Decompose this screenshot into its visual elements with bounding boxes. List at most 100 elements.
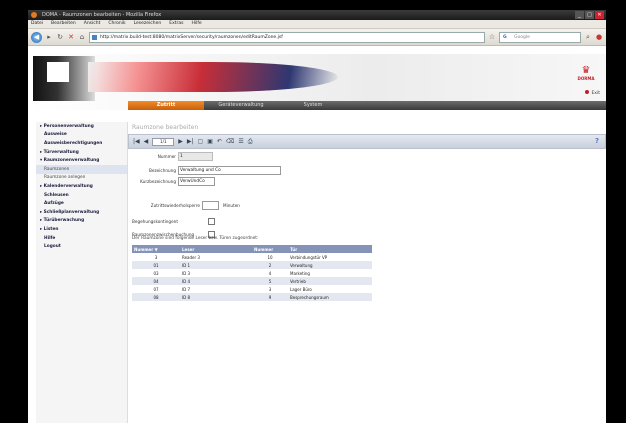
close-button[interactable]: ✕ — [595, 11, 604, 19]
search-input[interactable]: G Google — [499, 31, 581, 43]
search-icon[interactable]: ⌕ — [584, 33, 592, 42]
cell-nummer: 04 — [132, 277, 180, 286]
cell-tuer: Vertrieb — [288, 277, 372, 286]
table-note: Der Raumzone sind folgende Leser bzw. Tü… — [132, 236, 259, 241]
begehungskontingent-row: Begehungskontingent — [128, 217, 215, 225]
browser-window: DOMA - Raumzonen bearbeiten - Mozilla Fi… — [28, 10, 606, 423]
sidebar-item-tuerverwaltung[interactable]: ▸ Türverwaltung — [36, 148, 127, 157]
pager-input[interactable]: 1/1 — [152, 137, 175, 146]
kurzbezeichnung-label: Kurzbezeichnung — [140, 178, 176, 184]
firefox-icon — [31, 12, 37, 18]
sidebar-item-hilfe[interactable]: Hilfe — [36, 234, 127, 243]
table-row[interactable]: 03 ID 3 4 Marketing — [132, 269, 372, 278]
cell-tuer: Marketing — [288, 269, 372, 278]
minimize-button[interactable]: _ — [575, 11, 584, 19]
sidebar-item-ausweisberechtigungen[interactable]: Ausweisberechtigungen — [36, 139, 127, 148]
crown-icon: ♛ — [581, 65, 591, 76]
addon-icon[interactable]: ● — [595, 33, 603, 41]
address-bar[interactable]: http://matrix.build-test:8080/matrixServ… — [89, 31, 485, 43]
back-button[interactable]: ◀ — [31, 31, 42, 43]
sidebar-item-raumzonenverwaltung[interactable]: ▾ Raumzonenverwaltung — [36, 156, 127, 165]
begehungskontingent-checkbox[interactable] — [208, 217, 215, 225]
cell-tuer: Verwaltung — [288, 261, 372, 270]
zutrittswiederholsperre-label: Zutrittswiederholsperre — [150, 202, 200, 208]
leser-table: Nummer ▼ Leser Nummer Tür 3 Reader 3 10 … — [132, 245, 372, 302]
col-tuer-header[interactable]: Tür — [288, 245, 372, 254]
first-record-icon[interactable]: |◀ — [133, 138, 140, 145]
tab-system[interactable]: System — [278, 101, 348, 110]
menu-chronik[interactable]: Chronik — [108, 20, 125, 28]
table-row[interactable]: 3 Reader 3 10 Verbindungstür VP — [132, 253, 372, 262]
nummer-label: Nummer — [157, 153, 176, 159]
sidebar-item-personenverwaltung[interactable]: ▸ Personenverwaltung — [36, 122, 127, 131]
favicon-icon — [92, 34, 97, 40]
sidebar-item-kalenderverwaltung[interactable]: ▸ Kalenderverwaltung — [36, 182, 127, 191]
list-icon[interactable]: ☰ — [238, 138, 243, 145]
sidebar-item-schleusen[interactable]: Schleusen — [36, 191, 127, 200]
window-title: DOMA - Raumzonen bearbeiten - Mozilla Fi… — [42, 12, 162, 18]
search-placeholder: Google — [514, 34, 530, 40]
cell-tuernummer: 4 — [252, 269, 288, 278]
menu-bearbeiten[interactable]: Bearbeiten — [51, 20, 76, 28]
print-icon[interactable]: ⎙ — [248, 138, 253, 146]
table-row[interactable]: 01 ID 1 2 Verwaltung — [132, 261, 372, 270]
last-record-icon[interactable]: ▶| — [187, 138, 194, 145]
cell-nummer: 01 — [132, 261, 180, 270]
cell-tuernummer: 2 — [252, 261, 288, 270]
sidebar-item-logout[interactable]: Logout — [36, 242, 127, 251]
menu-extras[interactable]: Extras — [169, 20, 183, 28]
menu-ansicht[interactable]: Ansicht — [84, 20, 101, 28]
cell-tuernummer: 5 — [252, 277, 288, 286]
sidebar-item-ausweise[interactable]: Ausweise — [36, 131, 127, 140]
window-controls: _ □ ✕ — [575, 11, 604, 19]
new-icon[interactable]: ▢ — [198, 138, 204, 145]
delete-icon[interactable]: ⌫ — [226, 138, 234, 145]
sidebar: ▸ Personenverwaltung Ausweise Ausweisber… — [36, 122, 128, 423]
maximize-button[interactable]: □ — [585, 11, 594, 19]
begehungskontingent-label: Begehungskontingent — [132, 218, 178, 224]
bezeichnung-row: Bezeichnung Verwaltung und Co — [128, 165, 281, 175]
table-row[interactable]: 07 ID 7 3 Lager Büro — [132, 285, 372, 294]
save-icon[interactable]: ▣ — [207, 138, 213, 145]
reload-icon[interactable]: ↻ — [56, 33, 64, 41]
kurzbezeichnung-row: Kurzbezeichnung VerwUndCo — [128, 176, 215, 186]
zutrittswiederholsperre-row: Zutrittswiederholsperre Minuten — [128, 200, 240, 210]
col-leser-header[interactable]: Leser — [180, 245, 252, 254]
brand-logo: ♛ DORMA — [574, 65, 598, 82]
bezeichnung-field[interactable]: Verwaltung und Co — [178, 165, 281, 175]
col-nummer-header[interactable]: Nummer ▼ — [132, 245, 180, 254]
tab-geraeteverwaltung[interactable]: Geräteverwaltung — [206, 101, 276, 110]
sidebar-item-raumzonen[interactable]: Raumzonen — [36, 164, 127, 174]
cell-nummer: 08 — [132, 293, 180, 302]
kurzbezeichnung-field[interactable]: VerwUndCo — [178, 176, 215, 186]
sidebar-item-raumzone-anlegen[interactable]: Raumzone anlegen — [36, 174, 127, 183]
sidebar-item-aufzuege[interactable]: Aufzüge — [36, 199, 127, 208]
menu-hilfe[interactable]: Hilfe — [191, 20, 201, 28]
main-tabs: Zutritt Geräteverwaltung System — [128, 101, 606, 110]
exit-link[interactable]: Exit — [585, 90, 600, 96]
prev-record-icon[interactable]: ◀ — [144, 138, 149, 145]
menu-datei[interactable]: Datei — [31, 20, 43, 28]
sidebar-item-schliessplanverwaltung[interactable]: ▸ Schließplanverwaltung — [36, 208, 127, 217]
sidebar-item-listen[interactable]: ▸ Listen — [36, 225, 127, 234]
undo-icon[interactable]: ↶ — [217, 138, 222, 145]
table-row[interactable]: 08 ID 8 9 Besprechungsraum — [132, 293, 372, 302]
home-icon[interactable]: ⌂ — [78, 33, 86, 41]
col-tuernummer-header[interactable]: Nummer — [252, 245, 288, 254]
cell-nummer: 07 — [132, 285, 180, 294]
table-row[interactable]: 04 ID 4 5 Vertrieb — [132, 277, 372, 286]
sidebar-item-tuerueberwachung[interactable]: ▸ Türüberwachung — [36, 217, 127, 226]
cell-nummer: 03 — [132, 269, 180, 278]
stop-icon[interactable]: ✕ — [67, 33, 75, 41]
tab-zutritt[interactable]: Zutritt — [128, 101, 204, 110]
menu-lesezeichen[interactable]: Lesezeichen — [134, 20, 162, 28]
cell-tuer: Verbindungstür VP — [288, 253, 372, 262]
help-icon[interactable]: ? — [595, 137, 599, 145]
app-header: Zutritt Geräteverwaltung System ♛ DORMA … — [28, 54, 606, 110]
zutrittswiederholsperre-field[interactable] — [202, 200, 219, 210]
next-record-icon[interactable]: ▶ — [178, 138, 183, 145]
google-icon: G — [503, 34, 507, 40]
bookmark-star-icon[interactable]: ☆ — [488, 33, 496, 41]
nummer-field: 1 — [178, 151, 213, 161]
forward-icon[interactable]: ▸ — [45, 33, 53, 41]
